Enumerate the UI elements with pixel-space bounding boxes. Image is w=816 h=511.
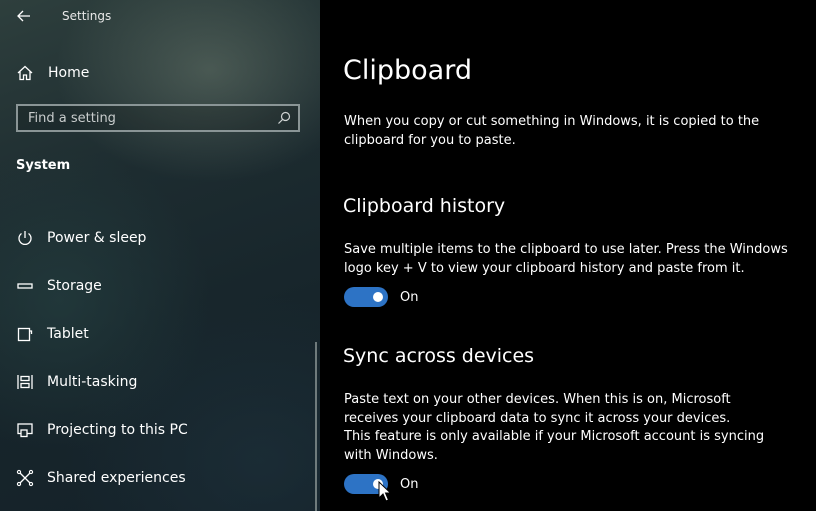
back-arrow-icon <box>17 10 30 22</box>
home-label: Home <box>48 65 90 81</box>
sidebar-item-storage[interactable]: Storage <box>16 271 306 301</box>
title-bar: Settings <box>0 0 320 34</box>
sync-toggle-state: On <box>400 476 419 492</box>
sidebar-item-label: Multi-tasking <box>47 374 138 390</box>
clipboard-history-heading: Clipboard history <box>343 195 506 217</box>
app-title: Settings <box>62 9 112 23</box>
storage-icon <box>17 283 33 289</box>
back-button[interactable] <box>14 6 34 26</box>
mouse-cursor-icon <box>378 481 392 502</box>
toggle-knob <box>373 292 383 302</box>
search-input[interactable] <box>18 106 278 130</box>
shared-experiences-icon <box>16 469 34 487</box>
search-icon[interactable] <box>276 110 292 126</box>
intro-text: When you copy or cut something in Window… <box>344 114 760 148</box>
sidebar-item-label: Projecting to this PC <box>47 422 188 438</box>
sidebar-item-tablet[interactable]: Tablet <box>16 319 306 349</box>
home-link[interactable]: Home <box>16 60 306 86</box>
clipboard-history-toggle-state: On <box>400 289 419 305</box>
clipboard-history-toggle[interactable] <box>344 287 388 307</box>
sync-description: Paste text on your other devices. When t… <box>344 392 731 426</box>
tablet-icon <box>17 327 33 342</box>
section-title-system: System <box>16 158 71 173</box>
sidebar-item-multitasking[interactable]: Multi-tasking <box>16 367 306 397</box>
multitasking-icon <box>17 375 33 389</box>
search-box[interactable] <box>16 104 300 132</box>
sidebar-item-power-sleep[interactable]: Power & sleep <box>16 223 306 253</box>
page-title: Clipboard <box>343 55 472 86</box>
sidebar-item-shared-experiences[interactable]: Shared experiences <box>16 463 306 493</box>
clipboard-history-description: Save multiple items to the clipboard to … <box>344 242 788 276</box>
sidebar-item-label: Storage <box>47 278 102 294</box>
main-content: Clipboard When you copy or cut something… <box>320 0 816 511</box>
sidebar-item-label: Shared experiences <box>47 470 186 486</box>
home-icon <box>17 65 33 81</box>
projecting-icon <box>17 423 33 438</box>
clipboard-history-toggle-row: On <box>344 286 418 308</box>
sidebar: Settings Home System Power & sleep Stora… <box>0 0 320 511</box>
power-icon <box>18 231 32 245</box>
sidebar-item-projecting[interactable]: Projecting to this PC <box>16 415 306 445</box>
sidebar-scrollbar[interactable] <box>315 342 317 511</box>
sync-note: This feature is only available if your M… <box>344 429 765 463</box>
sync-across-devices-heading: Sync across devices <box>343 345 535 367</box>
sidebar-item-label: Power & sleep <box>47 230 147 246</box>
sidebar-item-label: Tablet <box>47 326 89 342</box>
